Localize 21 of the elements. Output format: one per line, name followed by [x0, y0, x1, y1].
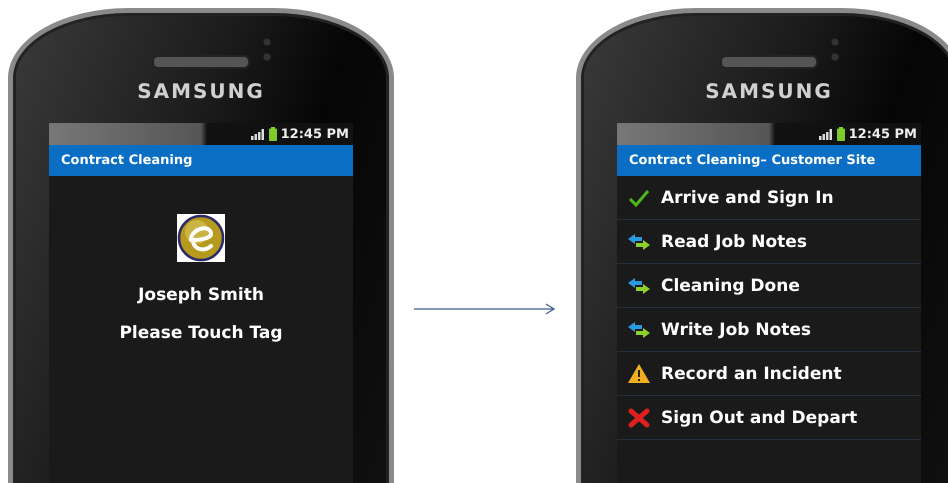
battery-icon	[836, 127, 845, 141]
brand-logo: SAMSUNG	[705, 79, 833, 105]
brand-logo: SAMSUNG	[137, 79, 265, 105]
menu-item[interactable]: Arrive and Sign In	[617, 176, 921, 220]
menu-item[interactable]: Cleaning Done	[617, 264, 921, 308]
app-title: Contract Cleaning	[49, 145, 353, 176]
sensor-dots	[263, 37, 271, 63]
user-name: Joseph Smith	[138, 284, 264, 307]
menu-item[interactable]: Write Job Notes	[617, 308, 921, 352]
status-time: 12:45 PM	[848, 126, 917, 142]
menu-item[interactable]: Sign Out and Depart	[617, 396, 921, 440]
sensor-dots	[831, 37, 839, 63]
app-title: Contract Cleaning– Customer Site	[617, 145, 921, 176]
signal-icon	[818, 128, 833, 140]
status-time: 12:45 PM	[280, 126, 349, 142]
menu-item[interactable]: Read Job Notes	[617, 220, 921, 264]
menu-item[interactable]: Record an Incident	[617, 352, 921, 396]
battery-icon	[268, 127, 277, 141]
e-logo-icon	[177, 214, 225, 262]
signal-icon	[250, 128, 265, 140]
instruction-text: Please Touch Tag	[119, 322, 283, 345]
